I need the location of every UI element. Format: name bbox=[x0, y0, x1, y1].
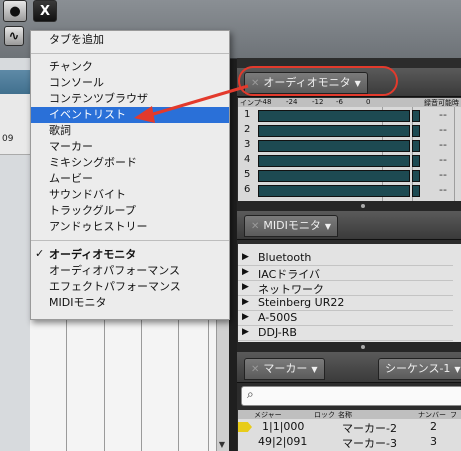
annotation-arrow-icon bbox=[134, 84, 249, 123]
